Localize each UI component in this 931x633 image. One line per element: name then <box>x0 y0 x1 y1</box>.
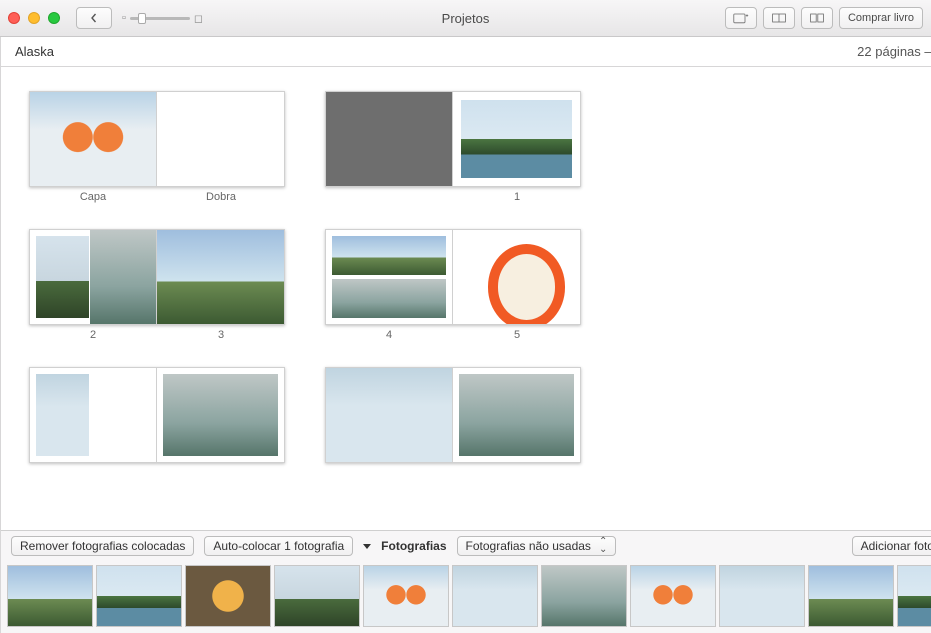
updown-icon: ⌃⌄ <box>599 538 607 554</box>
add-photos-tray-button[interactable]: Adicionar fotografias <box>852 536 931 556</box>
zoom-slider[interactable]: ▫ ◻ <box>122 12 203 25</box>
book-settings-button[interactable] <box>801 7 833 29</box>
minimize-button[interactable] <box>28 12 40 24</box>
main-area: Alaska 22 páginas – $52.97 CapaDobra <box>1 37 931 633</box>
page-label <box>325 191 453 203</box>
page-8[interactable] <box>325 367 453 463</box>
page-label: Capa <box>29 191 157 203</box>
page-2[interactable] <box>29 229 157 325</box>
layout-options-button[interactable] <box>763 7 795 29</box>
back-button[interactable] <box>76 7 112 29</box>
page-3[interactable] <box>157 229 285 325</box>
zoom-small-icon: ▫ <box>122 12 126 24</box>
page-6[interactable] <box>29 367 157 463</box>
tray-thumb[interactable] <box>185 565 271 627</box>
spread-2-3[interactable]: 23 <box>29 229 285 341</box>
remove-placed-button[interactable]: Remover fotografias colocadas <box>11 536 194 556</box>
close-button[interactable] <box>8 12 20 24</box>
page-5[interactable] <box>453 229 581 325</box>
page-label: 4 <box>325 329 453 341</box>
page-9[interactable] <box>453 367 581 463</box>
spread-1[interactable]: 1 <box>325 91 581 203</box>
page-cover[interactable] <box>29 91 157 187</box>
buy-book-label: Comprar livro <box>848 12 914 24</box>
autoplace-button[interactable]: Auto-colocar 1 fotografia <box>204 536 353 556</box>
spread-canvas[interactable]: CapaDobra 1 23 <box>1 67 931 530</box>
project-title: Alaska <box>15 44 54 59</box>
tray-thumbnails[interactable] <box>1 561 931 633</box>
page-label: 2 <box>29 329 157 341</box>
filter-dropdown[interactable]: Fotografias não usadas⌃⌄ <box>457 536 617 556</box>
tray-thumb[interactable] <box>96 565 182 627</box>
page-inside-cover[interactable] <box>325 91 453 187</box>
tray-thumb[interactable] <box>719 565 805 627</box>
page-label: 3 <box>157 329 285 341</box>
tray-thumb[interactable] <box>363 565 449 627</box>
page-label: 5 <box>453 329 581 341</box>
tray-toolbar: Remover fotografias colocadas Auto-coloc… <box>1 531 931 561</box>
page-flap[interactable] <box>157 91 285 187</box>
tray-thumb[interactable] <box>808 565 894 627</box>
project-meta: 22 páginas – $52.97 <box>857 44 931 59</box>
spread-4-5[interactable]: 45 <box>325 229 581 341</box>
tray-thumb[interactable] <box>452 565 538 627</box>
tray-thumb[interactable] <box>541 565 627 627</box>
add-photos-button[interactable] <box>725 7 757 29</box>
page-4[interactable] <box>325 229 453 325</box>
tray-photos-label: Fotografias <box>381 539 446 553</box>
buy-book-button[interactable]: Comprar livro <box>839 7 923 29</box>
page-label: Dobra <box>157 191 285 203</box>
tray-thumb[interactable] <box>630 565 716 627</box>
page-7[interactable] <box>157 367 285 463</box>
page-label: 1 <box>453 191 581 203</box>
titlebar: ▫ ◻ Projetos Comprar livro <box>0 0 931 37</box>
photo-tray: Remover fotografias colocadas Auto-coloc… <box>1 530 931 633</box>
chevron-down-icon[interactable] <box>363 544 371 549</box>
spread-6-7[interactable] <box>29 367 285 467</box>
spread-cover[interactable]: CapaDobra <box>29 91 285 203</box>
window-controls <box>8 12 60 24</box>
window-title: Projetos <box>442 11 490 26</box>
zoom-button[interactable] <box>48 12 60 24</box>
spread-8-9[interactable] <box>325 367 581 467</box>
tray-thumb[interactable] <box>7 565 93 627</box>
tray-thumb[interactable] <box>274 565 360 627</box>
page-1[interactable] <box>453 91 581 187</box>
tray-thumb[interactable] <box>897 565 931 627</box>
main-header: Alaska 22 páginas – $52.97 <box>1 37 931 67</box>
zoom-large-icon: ◻ <box>194 12 203 25</box>
toolbar-right: Comprar livro <box>725 7 923 29</box>
